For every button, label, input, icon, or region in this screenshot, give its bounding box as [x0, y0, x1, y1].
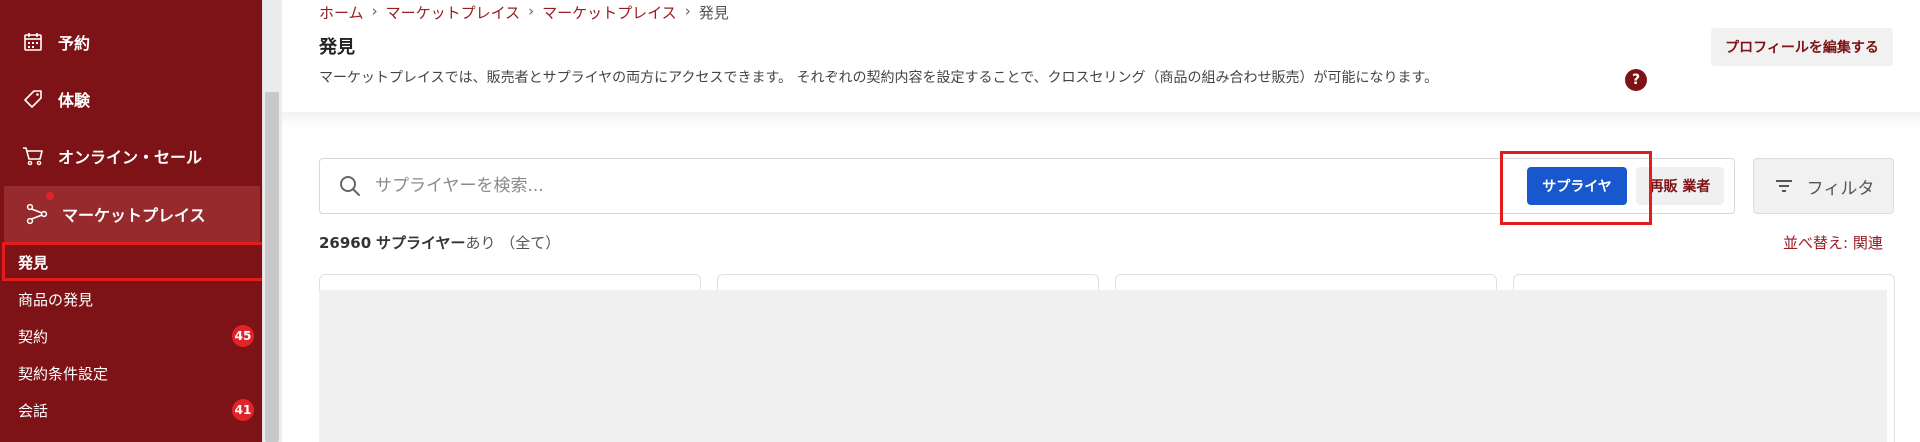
search-input[interactable]: [375, 168, 1175, 204]
breadcrumb-marketplace-2[interactable]: マーケットプレイス: [542, 2, 677, 23]
highlight-supplier-toggle: [1500, 151, 1652, 225]
page-title: 発見: [319, 37, 355, 58]
search-icon: [338, 174, 362, 198]
sidebar-subitem-conversations[interactable]: 会話: [18, 400, 48, 421]
calendar-icon: [22, 31, 44, 53]
chevron-right-icon: ›: [371, 2, 378, 20]
sidebar-item-reservations[interactable]: 予約: [0, 14, 262, 70]
sidebar-item-label: 予約: [58, 34, 91, 53]
sidebar: 予約 体験 オンライン・セール マーケットプレイス 発見 商品の発見 契約 45…: [0, 0, 262, 442]
sort-dropdown[interactable]: 並べ替え: 関連: [1783, 232, 1883, 253]
breadcrumb-home[interactable]: ホーム: [319, 2, 364, 23]
sidebar-subitem-contract-settings[interactable]: 契約条件設定: [18, 363, 108, 384]
result-count-suffix: あり （全て）: [465, 234, 561, 252]
sidebar-item-marketplace[interactable]: マーケットプレイス: [4, 186, 260, 242]
sidebar-item-experiences[interactable]: 体験: [0, 71, 262, 127]
chevron-right-icon: ›: [684, 2, 691, 20]
filter-label: フィルタ: [1806, 178, 1875, 199]
tag-icon: [22, 88, 44, 110]
help-icon[interactable]: ?: [1625, 69, 1647, 91]
cart-icon: [22, 145, 44, 167]
edit-profile-button[interactable]: プロフィールを編集する: [1711, 28, 1893, 66]
sidebar-subitem-contracts[interactable]: 契約: [18, 326, 48, 347]
sidebar-scrollbar-thumb[interactable]: [265, 92, 279, 442]
loading-placeholder: [319, 290, 1887, 442]
result-count-type: サプライヤー: [375, 234, 466, 252]
header-divider: [282, 112, 1920, 128]
network-icon: [26, 203, 48, 225]
app-window: 予約 体験 オンライン・セール マーケットプレイス 発見 商品の発見 契約 45…: [0, 0, 1920, 442]
breadcrumb: ホーム › マーケットプレイス › マーケットプレイス › 発見: [319, 2, 729, 23]
result-count-number: 26960: [319, 234, 372, 252]
breadcrumb-current: 発見: [698, 4, 729, 22]
result-count: 26960 サプライヤーあり （全て）: [319, 232, 560, 253]
conversations-count-badge: 41: [232, 399, 254, 421]
sidebar-item-online-sales[interactable]: オンライン・セール: [0, 128, 262, 184]
sidebar-item-label: 体験: [58, 91, 91, 110]
sidebar-item-label: オンライン・セール: [58, 148, 203, 167]
contracts-count-badge: 45: [232, 325, 254, 347]
sidebar-subitem-product-discovery[interactable]: 商品の発見: [18, 289, 93, 310]
notification-dot: [46, 192, 54, 200]
highlight-discover: [2, 242, 275, 281]
breadcrumb-marketplace[interactable]: マーケットプレイス: [386, 2, 521, 23]
chevron-right-icon: ›: [528, 2, 535, 20]
filter-icon: [1773, 175, 1795, 197]
page-description: マーケットプレイスでは、販売者とサプライヤの両方にアクセスできます。 それぞれの…: [319, 70, 1439, 86]
sidebar-item-label: マーケットプレイス: [62, 206, 206, 225]
filter-button[interactable]: フィルタ: [1753, 158, 1894, 214]
